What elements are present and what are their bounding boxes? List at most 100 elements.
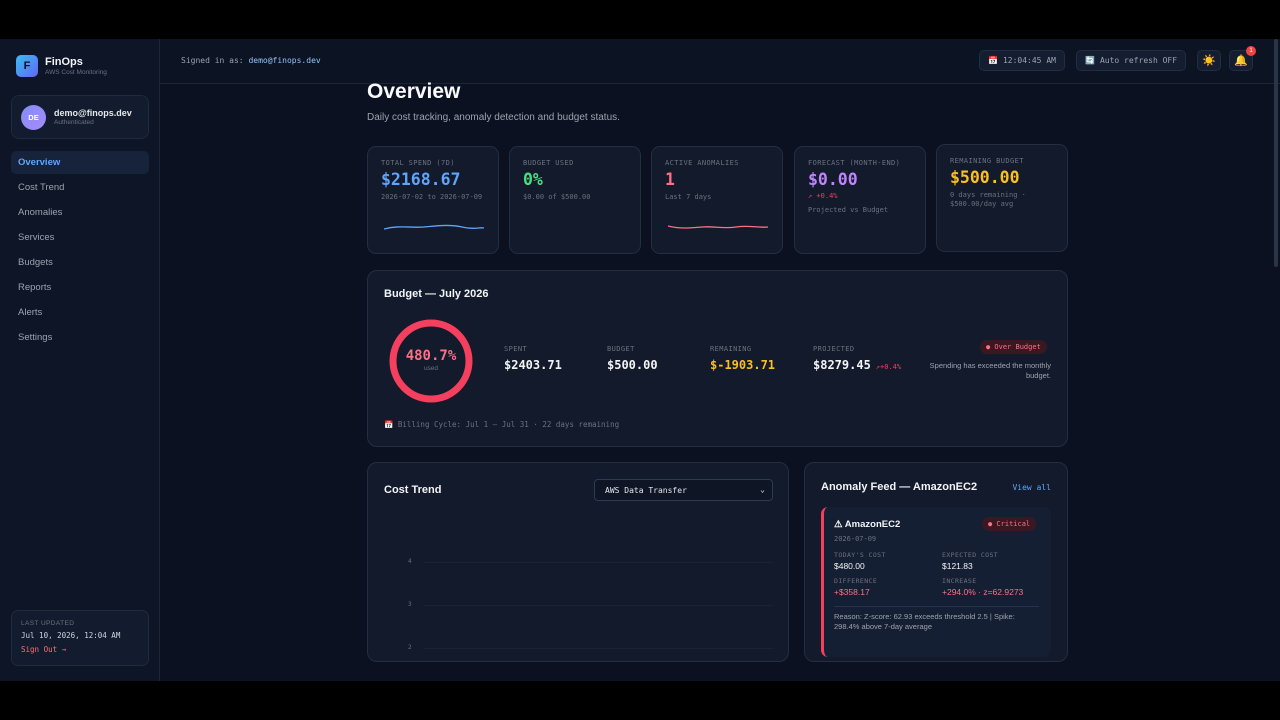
avatar: DE: [21, 104, 46, 130]
sidebar-item-overview[interactable]: Overview: [11, 151, 149, 174]
todays-cost-value: $480.00: [834, 561, 865, 571]
notifications-button[interactable]: 🔔 1: [1229, 46, 1256, 71]
kpi-remaining-budget[interactable]: REMAINING BUDGET $500.00 0 days remainin…: [936, 144, 1068, 252]
stat-projected: PROJECTED $8279.45 ↗+0.4%: [813, 345, 901, 372]
sidebar-nav: Overview Cost Trend Anomalies Services B…: [11, 151, 149, 351]
kpi-note: 0 days remaining · $500.00/day avg: [950, 191, 1026, 208]
budget-title: Budget — July 2026: [384, 288, 489, 300]
clock-time: 12:04:45 AM: [1002, 56, 1056, 65]
kpi-label: BUDGET USED: [523, 159, 574, 167]
sidebar-item-settings[interactable]: Settings: [11, 326, 149, 349]
kpi-label: REMAINING BUDGET: [950, 157, 1024, 165]
billing-cycle: 📅 Billing Cycle: Jul 1 – Jul 31 · 22 day…: [384, 420, 620, 429]
page-subtitle: Daily cost tracking, anomaly detection a…: [367, 112, 620, 123]
over-budget-note: Spending has exceeded the monthly budget…: [929, 361, 1051, 380]
calendar-icon: 📅: [988, 56, 998, 65]
y-tick: 3: [408, 601, 412, 608]
budget-ring-label: 480.7% used: [387, 348, 475, 372]
anomaly-item[interactable]: ⚠ AmazonEC2 ● Critical 2026-07-09 TODAY'…: [821, 507, 1051, 657]
todays-cost-label: TODAY'S COST: [834, 551, 886, 559]
signed-in-email: demo@finops.dev: [248, 56, 321, 65]
sidebar-item-services[interactable]: Services: [11, 226, 149, 249]
service-select[interactable]: AWS Data Transfer ⌄: [594, 479, 773, 501]
brand-logo: F: [16, 55, 38, 77]
auto-refresh-toggle[interactable]: 🔄 Auto refresh OFF: [1076, 50, 1187, 71]
topbar: Signed in as: demo@finops.dev 📅 12:04:45…: [160, 39, 1280, 84]
kpi-value: $500.00: [950, 168, 1020, 187]
sidebar-item-reports[interactable]: Reports: [11, 276, 149, 299]
difference-label: DIFFERENCE: [834, 577, 878, 585]
budget-used-caption: used: [423, 365, 439, 372]
view-all-link[interactable]: View all: [1012, 483, 1051, 492]
y-tick: 2: [408, 644, 412, 651]
stat-label: REMAINING: [710, 345, 752, 353]
kpi-active-anomalies[interactable]: ACTIVE ANOMALIES 1 Last 7 days: [651, 146, 783, 254]
sidebar-item-anomalies[interactable]: Anomalies: [11, 201, 149, 224]
severity-badge: ● Critical: [982, 517, 1037, 531]
kpi-forecast[interactable]: FORECAST (MONTH-END) $0.00 ↗ +0.4% Proje…: [794, 146, 926, 254]
sparkline-spend: [384, 224, 484, 230]
cost-trend-card: Cost Trend AWS Data Transfer ⌄ 4 3 2: [367, 462, 789, 662]
sidebar-item-cost-trend[interactable]: Cost Trend: [11, 176, 149, 199]
kpi-total-spend[interactable]: TOTAL SPEND (7D) $2168.67 2026-07-02 to …: [367, 146, 499, 254]
gridline: [423, 648, 773, 649]
sign-out-link[interactable]: Sign Out →: [21, 645, 148, 654]
refresh-icon: 🔄: [1085, 56, 1095, 65]
stat-value: $2403.71: [504, 358, 562, 372]
stat-projected-value: $8279.45: [813, 358, 871, 372]
increase-label: INCREASE: [942, 577, 977, 585]
user-status: Authenticated: [54, 119, 94, 126]
kpi-note: 2026-07-02 to 2026-07-09: [381, 193, 483, 201]
user-card[interactable]: DE demo@finops.dev Authenticated: [11, 95, 149, 139]
kpi-value: $0.00: [808, 170, 858, 189]
signed-in-prefix: Signed in as:: [181, 56, 244, 65]
y-tick: 4: [408, 558, 412, 565]
kpi-value: $2168.67: [381, 170, 461, 189]
stat-label: SPENT: [504, 345, 528, 353]
stat-value: $-1903.71: [710, 358, 776, 372]
budget-used-percent: 480.7%: [405, 348, 457, 364]
stat-label: PROJECTED: [813, 345, 855, 353]
gridline: [423, 605, 773, 606]
brand[interactable]: F FinOps AWS Cost Monitoring: [16, 55, 107, 77]
sidebar: F FinOps AWS Cost Monitoring DE demo@fin…: [0, 39, 160, 681]
anomaly-reason: Reason: Z-score: 62.93 exceeds threshold…: [834, 606, 1039, 632]
sidebar-item-alerts[interactable]: Alerts: [11, 301, 149, 324]
stat-projected-delta: ↗+0.4%: [875, 363, 902, 371]
kpi-label: ACTIVE ANOMALIES: [665, 159, 739, 167]
budget-card: Budget — July 2026 480.7% used SPENT $24…: [367, 270, 1068, 447]
stat-value: $500.00: [607, 358, 658, 372]
theme-toggle-button[interactable]: ☀️: [1197, 50, 1221, 71]
kpi-label: FORECAST (MONTH-END): [808, 159, 901, 167]
last-updated-card: LAST UPDATED Jul 10, 2026, 12:04 AM Sign…: [11, 610, 149, 666]
brand-name: FinOps: [45, 56, 83, 68]
kpi-note: $0.00 of $500.00: [523, 193, 591, 201]
auto-refresh-label: Auto refresh OFF: [1099, 56, 1178, 65]
kpi-budget-used[interactable]: BUDGET USED 0% $0.00 of $500.00: [509, 146, 641, 254]
over-budget-badge: ● Over Budget: [980, 340, 1047, 354]
sun-icon: ☀️: [1202, 55, 1216, 67]
sidebar-item-budgets[interactable]: Budgets: [11, 251, 149, 274]
kpi-value: 0%: [523, 170, 543, 189]
expected-cost-label: EXPECTED COST: [942, 551, 999, 559]
expected-cost-value: $121.83: [942, 561, 973, 571]
scrollbar-thumb[interactable]: [1274, 39, 1278, 267]
notification-count: 1: [1246, 46, 1256, 56]
stat-budget: BUDGET $500.00: [607, 345, 658, 372]
anomaly-feed-title: Anomaly Feed — AmazonEC2: [821, 481, 978, 493]
stat-remaining: REMAINING $-1903.71: [710, 345, 775, 372]
user-email: demo@finops.dev: [54, 108, 132, 118]
stat-value: $8279.45 ↗+0.4%: [813, 358, 901, 372]
clock-pill: 📅 12:04:45 AM: [979, 50, 1065, 71]
kpi-note: Projected vs Budget: [808, 206, 889, 214]
kpi-trend: ↗ +0.4%: [808, 192, 838, 200]
cost-trend-title: Cost Trend: [384, 484, 442, 496]
last-updated-value: Jul 10, 2026, 12:04 AM: [21, 631, 121, 640]
last-updated-label: LAST UPDATED: [21, 620, 75, 627]
chevron-down-icon: ⌄: [760, 485, 765, 494]
anomaly-feed-card: Anomaly Feed — AmazonEC2 View all ⚠ Amaz…: [804, 462, 1068, 662]
signed-in-text: Signed in as: demo@finops.dev: [181, 56, 321, 65]
bell-icon: 🔔: [1234, 55, 1248, 67]
brand-subtitle: AWS Cost Monitoring: [45, 69, 107, 76]
kpi-label: TOTAL SPEND (7D): [381, 159, 455, 167]
